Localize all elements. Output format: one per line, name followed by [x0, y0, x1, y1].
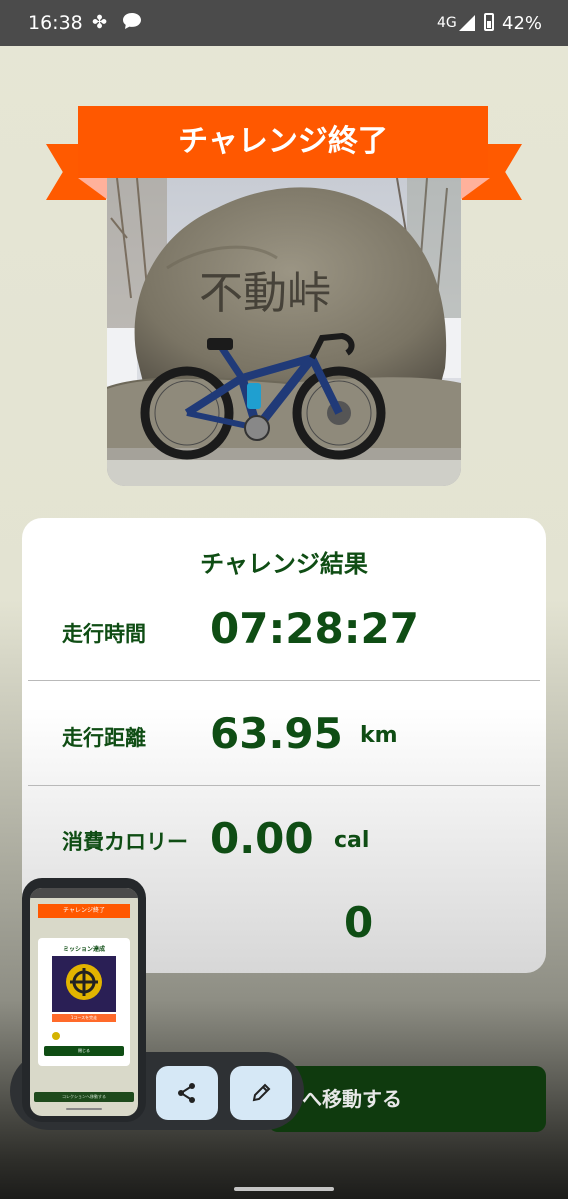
divider — [28, 785, 540, 786]
challenge-finished-banner: チャレンジ終了 — [78, 106, 488, 178]
mini-orange-button: 1コースを完走 — [52, 1014, 116, 1022]
mini-dialog-title: ミッション達成 — [62, 946, 105, 953]
edit-button[interactable] — [230, 1066, 292, 1120]
stone-inscription: 不動峠 — [199, 268, 331, 319]
signal-icon — [458, 14, 476, 36]
battery-icon — [484, 13, 494, 31]
mini-collection-button: コレクションへ移動する — [34, 1092, 134, 1102]
screenshot-thumbnail[interactable]: チャレンジ終了 ミッション達成 1コースを完走 閉じる コレクションへ移動する — [30, 888, 138, 1116]
ride-time-value: 07:28:27 — [210, 604, 419, 653]
ride-distance-unit: km — [360, 723, 398, 748]
share-button[interactable] — [156, 1066, 218, 1120]
status-time: 16:38 — [28, 12, 83, 34]
move-to-button-label: へ移動する — [302, 1087, 402, 1111]
challenge-photo: 不動峠 — [107, 178, 461, 486]
mini-mission-dialog: ミッション達成 1コースを完走 閉じる — [38, 938, 130, 1066]
mini-badge-image — [52, 956, 116, 1012]
chat-bubble-icon — [122, 12, 142, 35]
network-type: 4G — [437, 15, 457, 31]
mini-home-indicator — [66, 1108, 102, 1110]
share-icon — [178, 1083, 195, 1103]
results-title: チャレンジ結果 — [200, 550, 368, 578]
mini-coin-icon — [52, 1032, 60, 1040]
ride-distance-value: 63.95 — [210, 709, 343, 758]
extra-count-value: 0 — [344, 898, 374, 947]
ride-time-label: 走行時間 — [62, 622, 146, 646]
pinwheel-icon: ✤ — [92, 12, 108, 33]
mini-close-button: 閉じる — [44, 1046, 124, 1056]
calories-value: 0.00 — [210, 814, 314, 863]
pencil-icon — [252, 1083, 271, 1102]
status-bar: 16:38 ✤ 4G 42% — [0, 0, 568, 46]
divider — [28, 680, 540, 681]
move-to-button[interactable]: へ移動する — [268, 1066, 546, 1132]
mini-status-bar — [30, 888, 138, 898]
calories-unit: cal — [334, 828, 370, 853]
ride-distance-label: 走行距離 — [62, 726, 146, 750]
battery-percent: 42% — [502, 13, 543, 34]
home-indicator[interactable] — [234, 1187, 334, 1191]
calories-label: 消費カロリー — [62, 830, 188, 854]
mini-ribbon: チャレンジ終了 — [38, 904, 130, 918]
